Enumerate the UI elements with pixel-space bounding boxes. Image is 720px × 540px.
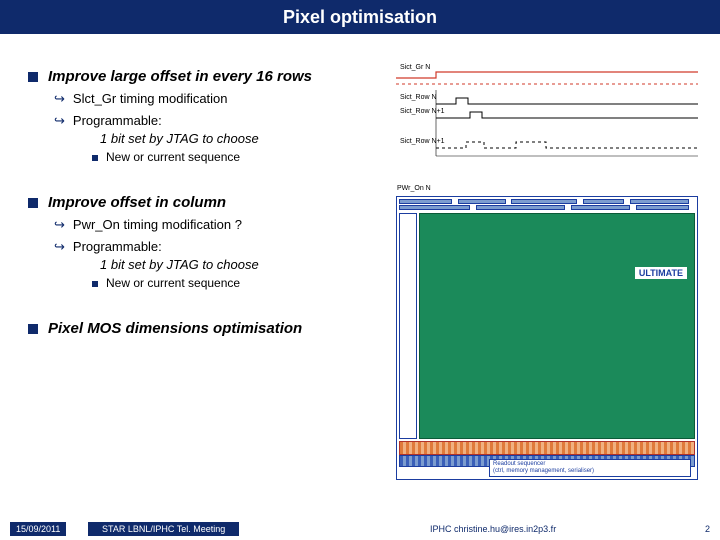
bullet-text: Improve large offset in every 16 rows <box>48 68 312 85</box>
readout-line1: Readout sequencer <box>493 461 687 468</box>
timing-diagram: Sict_Gr N Sict_Row N Sict_Row N+1 Sict_R… <box>396 64 698 172</box>
arrow-bullet-icon: ↪ <box>54 239 65 255</box>
square-bullet-icon <box>28 324 38 334</box>
bullet-level1: Improve offset in column <box>28 194 378 211</box>
readout-line2: (ctrl, memory management, serialiser) <box>493 468 687 475</box>
slide: Pixel optimisation Improve large offset … <box>0 0 720 540</box>
chip-diagram: PWr_On N Row Sequencer ULTIMATE Readout … <box>396 196 698 480</box>
footer: 15/09/2011 STAR LBNL/IPHC Tel. Meeting I… <box>0 520 720 540</box>
bullet-italic-line: 1 bit set by JTAG to choose <box>100 257 378 272</box>
title-bar: Pixel optimisation <box>0 0 720 34</box>
pixel-array-block <box>419 213 695 439</box>
arrow-bullet-icon: ↪ <box>54 91 65 107</box>
ultimate-label: ULTIMATE <box>635 267 687 279</box>
slide-title: Pixel optimisation <box>283 7 437 28</box>
timing-waveforms <box>396 64 698 172</box>
footer-meeting: STAR LBNL/IPHC Tel. Meeting <box>88 522 239 536</box>
bullet-level2: ↪ Programmable: <box>54 239 378 255</box>
square-bullet-icon <box>28 198 38 208</box>
bullet-italic-line: 1 bit set by JTAG to choose <box>100 131 378 146</box>
bullet-text: Improve offset in column <box>48 194 226 211</box>
page-number: 2 <box>705 524 710 534</box>
footer-contact: IPHC christine.hu@ires.in2p3.fr <box>430 524 556 534</box>
content-area: Improve large offset in every 16 rows ↪ … <box>28 60 378 337</box>
bullet-text: New or current sequence <box>106 150 240 164</box>
bullet-level1: Improve large offset in every 16 rows <box>28 68 378 85</box>
square-bullet-icon <box>92 155 98 161</box>
bullet-text: Slct_Gr timing modification <box>73 91 228 106</box>
bullet-level2: ↪ Slct_Gr timing modification <box>54 91 378 107</box>
pwr-label: PWr_On N <box>397 185 431 192</box>
bullet-level3: New or current sequence <box>92 150 378 164</box>
bullet-text: New or current sequence <box>106 276 240 290</box>
bullet-text: Programmable: <box>73 113 162 128</box>
bullet-level2: ↪ Programmable: <box>54 113 378 129</box>
readout-block: Readout sequencer (ctrl, memory manageme… <box>399 441 695 477</box>
bullet-level3: New or current sequence <box>92 276 378 290</box>
readout-textbox: Readout sequencer (ctrl, memory manageme… <box>489 459 691 477</box>
bullet-text: Pixel MOS dimensions optimisation <box>48 320 302 337</box>
square-bullet-icon <box>92 281 98 287</box>
square-bullet-icon <box>28 72 38 82</box>
readout-stripe <box>399 441 695 455</box>
footer-date: 15/09/2011 <box>10 522 66 536</box>
bullet-text: Programmable: <box>73 239 162 254</box>
bullet-level2: ↪ Pwr_On timing modification ? <box>54 217 378 233</box>
bullet-text: Pwr_On timing modification ? <box>73 217 242 232</box>
row-sequencer-block: Row Sequencer <box>399 213 417 439</box>
bullet-level1: Pixel MOS dimensions optimisation <box>28 320 378 337</box>
arrow-bullet-icon: ↪ <box>54 217 65 233</box>
chip-top-blocks <box>399 199 695 211</box>
arrow-bullet-icon: ↪ <box>54 113 65 129</box>
